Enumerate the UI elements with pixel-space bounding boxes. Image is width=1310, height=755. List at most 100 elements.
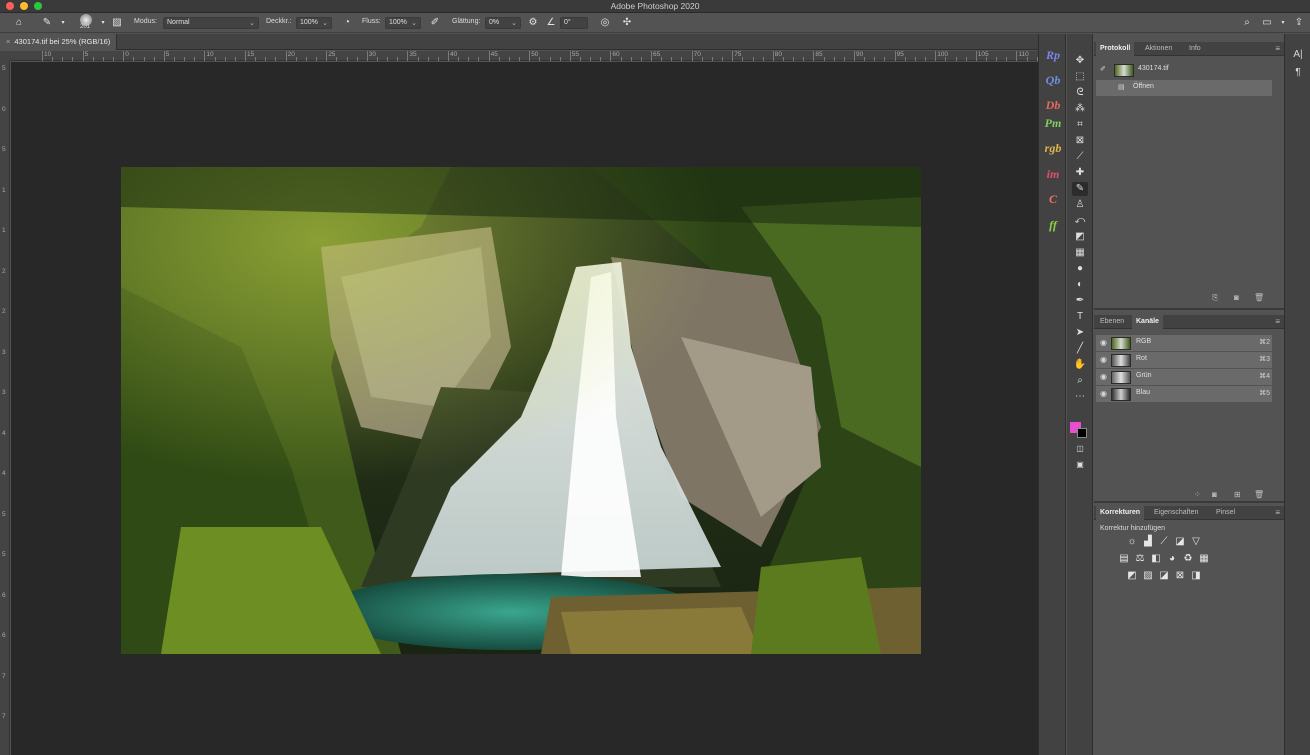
eye-icon[interactable]: ◉	[1100, 338, 1107, 347]
type-tool-icon[interactable]: T	[1072, 310, 1088, 324]
home-icon[interactable]: ⌂	[12, 16, 26, 30]
more-tools-icon[interactable]: ⋯	[1072, 390, 1088, 404]
posterize-icon[interactable]: ▨	[1142, 570, 1154, 582]
plugin-qb-icon[interactable]: Qb	[1041, 71, 1065, 89]
pressure-size-icon[interactable]: ◎	[598, 16, 612, 30]
screen-mode-icon[interactable]: ▣	[1072, 458, 1088, 472]
angle-field[interactable]: 0°	[560, 17, 588, 29]
stamp-tool-icon[interactable]: ♙	[1072, 198, 1088, 212]
quick-select-tool-icon[interactable]: ⁂	[1072, 102, 1088, 116]
curves-icon[interactable]: ⟋	[1158, 536, 1170, 548]
load-selection-icon[interactable]: ⁘	[1194, 490, 1201, 499]
color-lookup-icon[interactable]: ▦	[1198, 553, 1210, 565]
tab-eigenschaften[interactable]: Eigenschaften	[1150, 506, 1202, 520]
pressure-opacity-icon[interactable]: ◔	[340, 16, 354, 30]
vertical-ruler[interactable]: 5 0 5 1 1 2 2 3 3 4 4 5 5 6 6 7 7	[0, 61, 10, 755]
trash-icon[interactable]: 🗑	[1254, 293, 1264, 302]
plugin-ff-icon[interactable]: ff	[1041, 216, 1065, 234]
paragraph-icon[interactable]: ¶	[1291, 66, 1305, 80]
brightness-contrast-icon[interactable]: ☼	[1126, 536, 1138, 548]
hand-tool-icon[interactable]: ✋	[1072, 358, 1088, 372]
symmetry-icon[interactable]: ✣	[620, 16, 634, 30]
brush-tool-icon[interactable]: ✎	[1072, 182, 1088, 196]
blur-tool-icon[interactable]: ●	[1072, 262, 1088, 276]
pen-tool-icon[interactable]: ✒	[1072, 294, 1088, 308]
tab-aktionen[interactable]: Aktionen	[1141, 42, 1176, 56]
plugin-db-icon[interactable]: Db	[1041, 96, 1065, 114]
history-brush-source-icon[interactable]: ✐	[1100, 65, 1106, 73]
quick-mask-icon[interactable]: ◫	[1072, 442, 1088, 456]
background-color-swatch[interactable]	[1077, 428, 1087, 438]
line-tool-icon[interactable]: ╱	[1072, 342, 1088, 356]
healing-brush-tool-icon[interactable]: ✚	[1072, 166, 1088, 180]
plugin-rgb-icon[interactable]: rgb	[1041, 139, 1065, 157]
color-balance-icon[interactable]: ⚖	[1134, 553, 1146, 565]
tab-kanaele[interactable]: Kanäle	[1132, 315, 1163, 329]
new-document-from-state-icon[interactable]: ⎘	[1212, 293, 1218, 303]
gradient-map-icon[interactable]: ◨	[1190, 570, 1202, 582]
close-icon[interactable]: ×	[6, 37, 10, 46]
history-item[interactable]: ▤ Öffnen	[1096, 80, 1272, 96]
flow-field[interactable]: 100% ⌄	[385, 17, 421, 29]
selective-color-icon[interactable]: ⊠	[1174, 570, 1186, 582]
channel-mixer-icon[interactable]: ♻	[1182, 553, 1194, 565]
channel-row-rgb[interactable]: ◉ RGB ⌘2	[1096, 335, 1272, 351]
eraser-tool-icon[interactable]: ◩	[1072, 230, 1088, 244]
channel-row-rot[interactable]: ◉ Rot ⌘3	[1096, 352, 1272, 368]
black-white-icon[interactable]: ◧	[1150, 553, 1162, 565]
plugin-c-icon[interactable]: C	[1041, 190, 1065, 208]
chevron-down-icon[interactable]: ▾	[56, 16, 70, 30]
brush-settings-icon[interactable]: ▨	[110, 16, 124, 30]
eye-icon[interactable]: ◉	[1100, 355, 1107, 364]
opacity-field[interactable]: 100% ⌄	[296, 17, 332, 29]
brush-tool-icon[interactable]: ✎	[40, 16, 54, 30]
vibrance-icon[interactable]: ▽	[1190, 536, 1202, 548]
panel-menu-icon[interactable]: ≡	[1275, 317, 1280, 326]
lasso-tool-icon[interactable]: ᘓ	[1072, 86, 1088, 100]
exposure-icon[interactable]: ◪	[1174, 536, 1186, 548]
workspace-icon[interactable]: ▭	[1260, 16, 1274, 30]
history-brush-tool-icon[interactable]: ⤺	[1072, 214, 1088, 228]
plugin-pm-icon[interactable]: Pm	[1041, 114, 1065, 132]
move-tool-icon[interactable]: ✥	[1072, 54, 1088, 68]
plugin-im-icon[interactable]: im	[1041, 165, 1065, 183]
channel-row-blau[interactable]: ◉ Blau ⌘5	[1096, 386, 1272, 402]
zoom-tool-icon[interactable]: ⌕	[1072, 374, 1088, 388]
chevron-down-icon[interactable]: ▾	[96, 16, 110, 30]
tab-ebenen[interactable]: Ebenen	[1096, 315, 1128, 329]
trash-icon[interactable]: 🗑	[1254, 490, 1264, 499]
crop-tool-icon[interactable]: ⌗	[1072, 118, 1088, 132]
dodge-tool-icon[interactable]: ◐	[1072, 278, 1088, 292]
plugin-rp-icon[interactable]: Rp	[1041, 46, 1065, 64]
horizontal-ruler[interactable]: 10 5 0 5 10 15 20 25 30 35 40 45 50 55 60 65 70 75 80 85 90 9…	[10, 51, 1048, 61]
smoothing-field[interactable]: 0% ⌄	[485, 17, 521, 29]
tab-protokoll[interactable]: Protokoll	[1096, 42, 1135, 56]
document-tab[interactable]: × 430174.tif bei 25% (RGB/16)	[0, 34, 118, 50]
new-channel-icon[interactable]: ⊞	[1234, 490, 1241, 499]
eye-icon[interactable]: ◉	[1100, 389, 1107, 398]
canvas-area[interactable]	[11, 62, 1038, 755]
search-icon[interactable]: ⌕	[1240, 16, 1254, 30]
channel-row-gruen[interactable]: ◉ Grün ⌘4	[1096, 369, 1272, 385]
airbrush-icon[interactable]: ✐	[428, 16, 442, 30]
photo-filter-icon[interactable]: ◕	[1166, 553, 1178, 565]
tab-korrekturen[interactable]: Korrekturen	[1096, 506, 1145, 520]
save-selection-icon[interactable]: ◙	[1212, 490, 1217, 499]
tab-pinsel[interactable]: Pinsel	[1212, 506, 1239, 520]
share-icon[interactable]: ⇪	[1292, 16, 1306, 30]
history-snapshot-row[interactable]: ✐ 430174.tif	[1096, 62, 1272, 78]
invert-icon[interactable]: ◩	[1126, 570, 1138, 582]
gear-icon[interactable]: ⚙	[526, 16, 540, 30]
frame-tool-icon[interactable]: ⊠	[1072, 134, 1088, 148]
chevron-down-icon[interactable]: ▾	[1276, 16, 1290, 30]
path-select-tool-icon[interactable]: ➤	[1072, 326, 1088, 340]
camera-icon[interactable]: ◙	[1234, 293, 1239, 302]
hue-saturation-icon[interactable]: ▤	[1118, 553, 1130, 565]
character-icon[interactable]: A|	[1291, 48, 1305, 62]
eye-icon[interactable]: ◉	[1100, 372, 1107, 381]
tab-info[interactable]: Info	[1185, 42, 1205, 56]
mode-select[interactable]: Normal ⌄	[163, 17, 259, 29]
panel-menu-icon[interactable]: ≡	[1275, 508, 1280, 517]
panel-menu-icon[interactable]: ≡	[1275, 44, 1280, 53]
levels-icon[interactable]: ▟	[1142, 536, 1154, 548]
